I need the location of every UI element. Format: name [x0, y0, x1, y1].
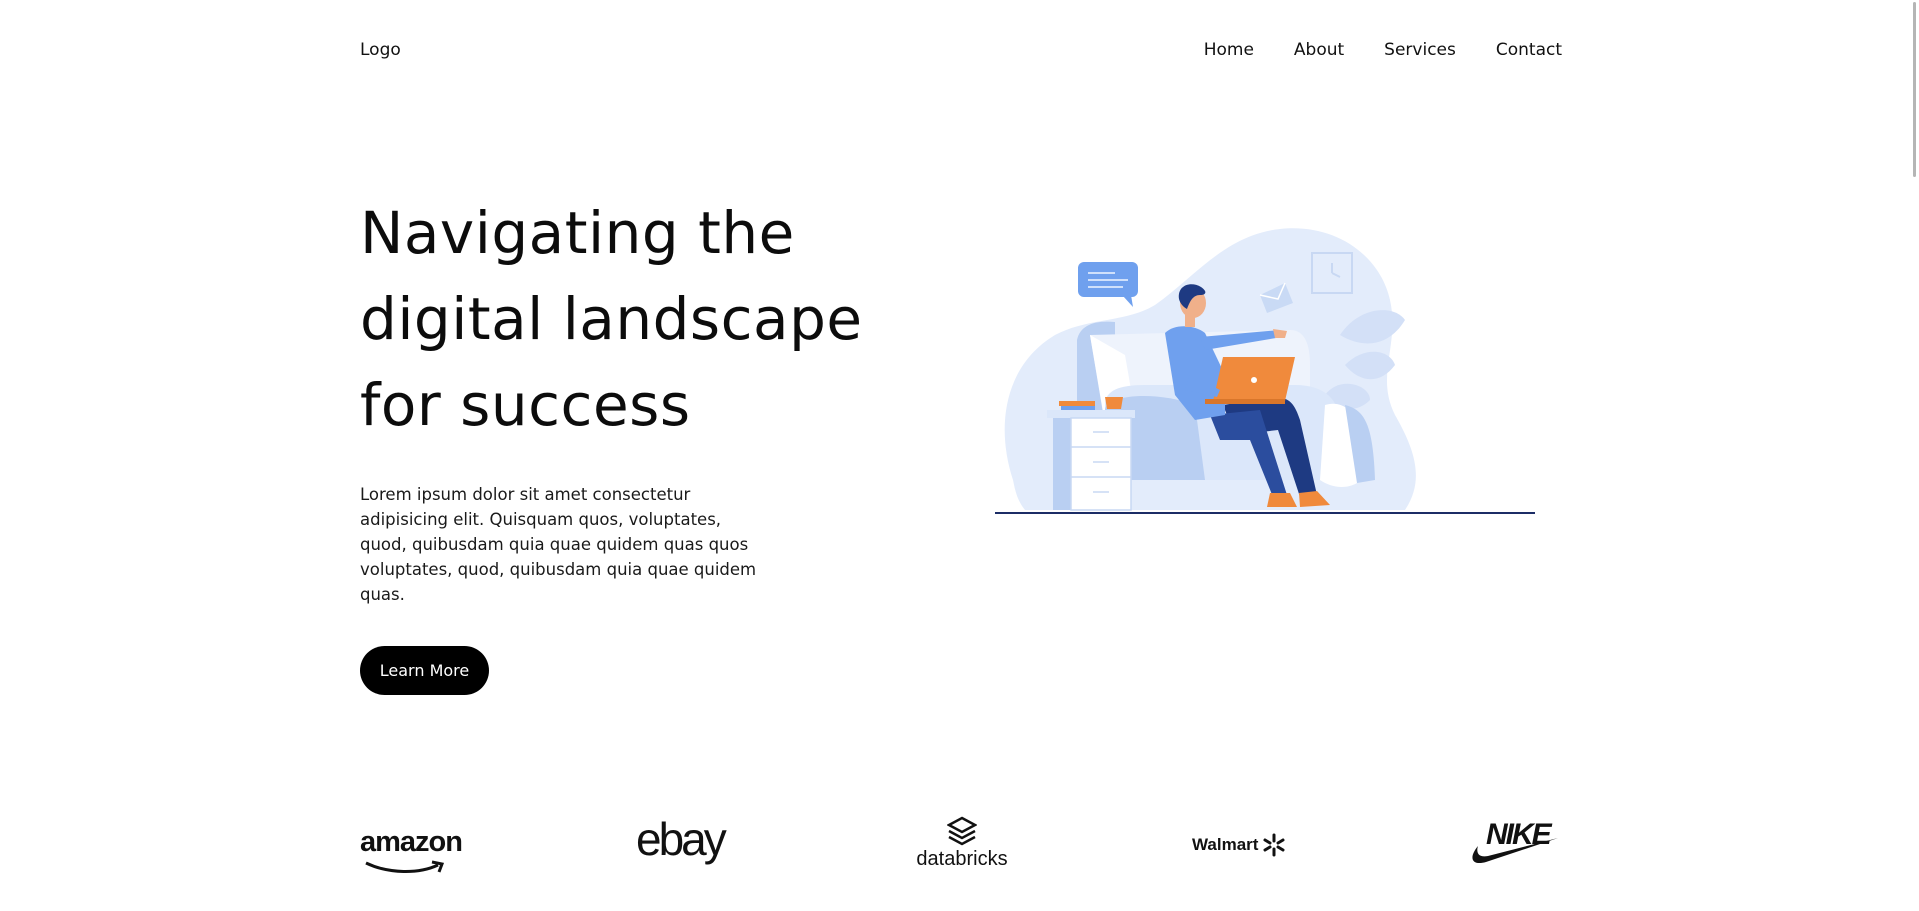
- hero-title-line-3: for success: [360, 371, 691, 439]
- nike-swoosh-icon: [1472, 838, 1558, 864]
- databricks-wordmark: databricks: [916, 848, 1008, 870]
- side-table: [1047, 397, 1135, 511]
- ebay-logo: ebay: [636, 813, 727, 865]
- hero-title-line-2: digital landscape: [360, 285, 863, 353]
- learn-more-button[interactable]: Learn More: [360, 646, 489, 695]
- databricks-logo: databricks: [912, 816, 1012, 871]
- nav-home[interactable]: Home: [1204, 40, 1254, 60]
- nav-services[interactable]: Services: [1384, 40, 1456, 60]
- cup-icon: [1105, 397, 1123, 409]
- page-scrollbar[interactable]: [1902, 0, 1919, 911]
- amazon-smile-icon: [365, 860, 445, 873]
- nav-contact[interactable]: Contact: [1496, 40, 1562, 60]
- walmart-spark-icon: [1263, 833, 1285, 857]
- amazon-wordmark: amazon: [360, 826, 463, 858]
- walmart-logo: Walmart: [1192, 833, 1286, 857]
- hero-description: Lorem ipsum dolor sit amet consectetur a…: [360, 485, 757, 604]
- nav-about[interactable]: About: [1294, 40, 1344, 60]
- hero-title-line-1: Navigating the: [360, 199, 795, 267]
- databricks-stack-icon: [946, 816, 978, 846]
- main-nav: Home About Services Contact: [1204, 40, 1562, 60]
- site-header: Logo Home About Services Contact: [360, 38, 1562, 62]
- site-logo[interactable]: Logo: [360, 40, 401, 60]
- scrollbar-thumb[interactable]: [1913, 2, 1916, 177]
- hero-illustration: [995, 228, 1535, 514]
- speech-bubble-icon: [1078, 262, 1138, 307]
- brand-logos: amazon ebay databricks Walmart NIKE: [360, 812, 1562, 873]
- walmart-wordmark: Walmart: [1192, 835, 1259, 854]
- amazon-logo: amazon: [360, 826, 463, 873]
- hero-title: Navigating the digital landscape for suc…: [360, 190, 940, 448]
